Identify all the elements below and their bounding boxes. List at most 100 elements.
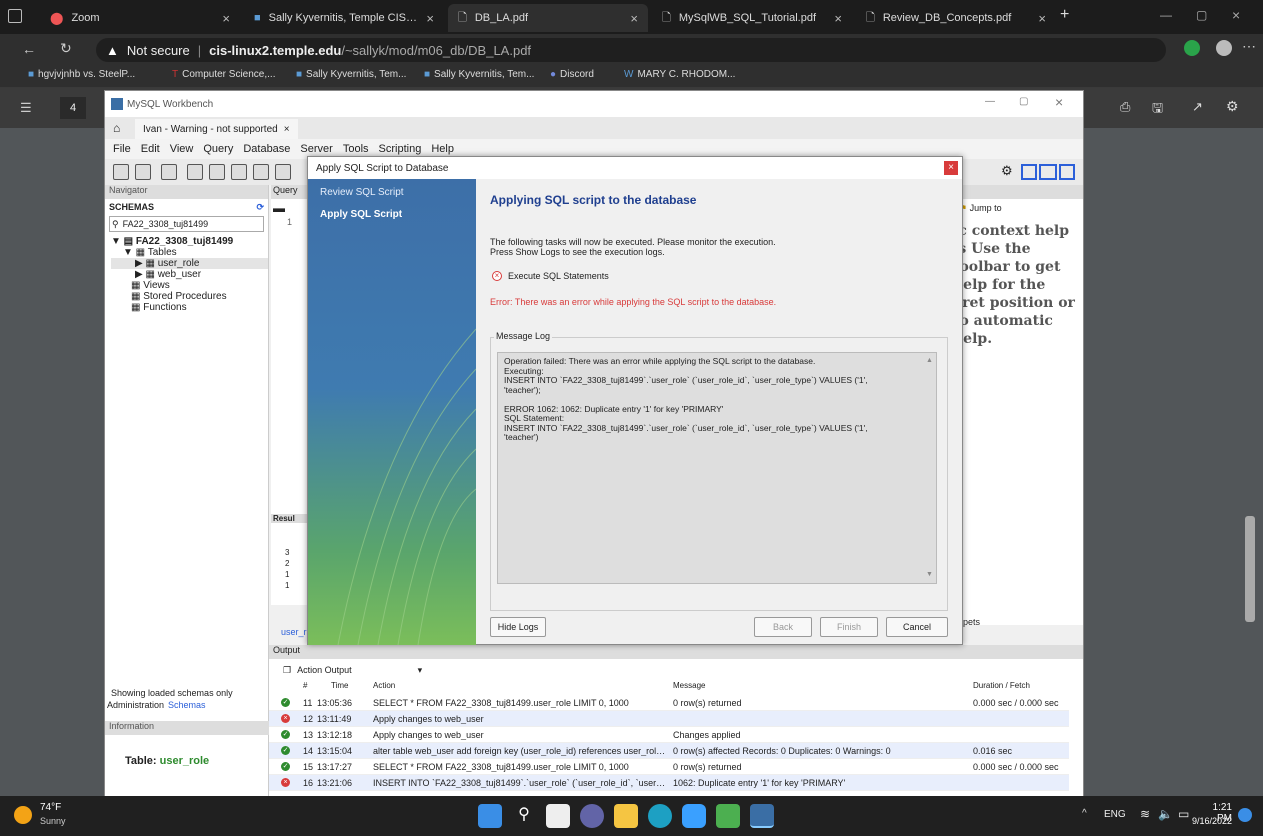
menu-tools[interactable]: Tools (343, 143, 369, 155)
settings-icon[interactable]: ⚙ (1226, 98, 1239, 115)
language-indicator[interactable]: ENG (1104, 809, 1126, 820)
url-field[interactable]: ▲ Not secure | cis-linux2.temple.edu/~sa… (96, 38, 1166, 62)
functions-node[interactable]: ▦ Functions (111, 302, 268, 313)
close-icon[interactable]: × (630, 11, 638, 26)
close-icon[interactable]: × (834, 11, 842, 26)
close-icon[interactable]: × (426, 11, 434, 26)
close-window-icon[interactable]: × (1232, 7, 1240, 23)
close-icon[interactable]: × (1038, 11, 1046, 26)
file-explorer-icon[interactable] (614, 804, 638, 828)
close-icon[interactable]: × (1055, 94, 1063, 110)
home-icon[interactable]: ⌂ (113, 121, 120, 135)
chat-icon[interactable] (580, 804, 604, 828)
minimize-icon[interactable]: — (985, 96, 995, 107)
output-row[interactable]: ✓ 14 13:15:04 alter table web_user add fore… (269, 743, 1069, 759)
wifi-icon[interactable]: ≋ (1140, 807, 1150, 821)
start-icon[interactable] (478, 804, 502, 828)
settings-icon[interactable]: ⚙ (1001, 163, 1013, 179)
jump-to[interactable]: ⚑ Jump to (951, 199, 1083, 218)
create-table-icon[interactable] (209, 164, 225, 180)
hide-logs-button[interactable]: Hide Logs (490, 617, 546, 637)
schema-filter-input[interactable]: ⚲ FA22_3308_tuj81499 (109, 216, 264, 232)
result-tab[interactable]: user_r (281, 627, 307, 637)
create-view-icon[interactable] (231, 164, 247, 180)
panel-toggle-left-icon[interactable] (1021, 164, 1037, 180)
menu-query[interactable]: Query (203, 143, 233, 155)
tab-review-db-concepts[interactable]: 🗋 Review_DB_Concepts.pdf × (856, 4, 1056, 32)
menu-edit[interactable]: Edit (141, 143, 160, 155)
tab-actions-icon[interactable] (8, 9, 22, 23)
mysql-workbench-taskbar-icon[interactable] (750, 804, 774, 828)
search-icon[interactable]: ⚲ (512, 804, 536, 828)
tab-mysqlwb-tutorial[interactable]: 🗋 MySqlWB_SQL_Tutorial.pdf × (652, 4, 852, 32)
create-schema-icon[interactable] (187, 164, 203, 180)
panel-toggle-right-icon[interactable] (1059, 164, 1075, 180)
bookmark-item[interactable]: T Computer Science,... (172, 69, 275, 80)
table-node-user-role[interactable]: ▶ ▦ user_role (111, 258, 268, 269)
output-row[interactable]: ✓ 13 13:12:18 Apply changes to web_user Chan… (269, 727, 1069, 743)
contents-icon[interactable]: ☰ (20, 100, 32, 116)
refresh-icon[interactable]: ↻ (60, 40, 72, 57)
menu-scripting[interactable]: Scripting (379, 143, 422, 155)
bookmark-item[interactable]: ■ hgvjvjnhb vs. SteelP... (28, 69, 135, 80)
profile-icon[interactable] (1216, 40, 1232, 56)
tab-administration[interactable]: Administration (107, 700, 164, 710)
more-icon[interactable]: ⋯ (1242, 38, 1256, 55)
refresh-icon[interactable]: ⟳ (256, 202, 264, 213)
tab-schemas[interactable]: Schemas (168, 700, 206, 710)
battery-icon[interactable]: ▭ (1178, 807, 1189, 821)
output-row[interactable]: ✓ 11 13:05:36 SELECT * FROM FA22_3308_tuj81… (269, 695, 1069, 711)
bookmark-item[interactable]: ● Discord (550, 69, 594, 80)
output-row[interactable]: × 12 13:11:49 Apply changes to web_user (269, 711, 1069, 727)
menu-file[interactable]: File (113, 143, 131, 155)
schema-node[interactable]: ▼ ▤ FA22_3308_tuj81499 (111, 236, 268, 247)
extension-icon[interactable] (1184, 40, 1200, 56)
bookmark-item[interactable]: ■ Sally Kyvernitis, Tem... (296, 69, 406, 80)
maximize-icon[interactable]: ▢ (1196, 8, 1207, 22)
create-function-icon[interactable] (275, 164, 291, 180)
chevron-up-icon[interactable]: ^ (1082, 808, 1087, 819)
tab-zoom[interactable]: ⬤ Zoom × (40, 4, 240, 32)
app-icon[interactable] (716, 804, 740, 828)
store-icon[interactable] (682, 804, 706, 828)
message-log[interactable]: Operation failed: There was an error whi… (497, 352, 937, 584)
cancel-button[interactable]: Cancel (886, 617, 948, 637)
inspector-icon[interactable] (161, 164, 177, 180)
maximize-icon[interactable]: ▢ (1019, 96, 1028, 107)
tab-sally-kyvernitis[interactable]: ■ Sally Kyvernitis, Temple CIS Depa × (244, 4, 444, 32)
bookmark-item[interactable]: ■ Sally Kyvernitis, Tem... (424, 69, 534, 80)
weather-temp[interactable]: 74°F (40, 802, 61, 813)
action-output-select[interactable]: ❐ Action Output ▾ (269, 659, 1083, 681)
new-tab-icon[interactable]: + (1060, 6, 1069, 24)
menu-database[interactable]: Database (243, 143, 290, 155)
views-node[interactable]: ▦ Views (111, 280, 268, 291)
open-sql-icon[interactable] (135, 164, 151, 180)
volume-icon[interactable]: 🔈 (1158, 807, 1173, 821)
menu-help[interactable]: Help (431, 143, 454, 155)
page-number-input[interactable]: 4 (60, 97, 86, 119)
close-icon[interactable]: × (222, 11, 230, 26)
close-icon[interactable]: × (284, 124, 290, 135)
back-button[interactable]: Back (754, 617, 812, 637)
scroll-up-icon[interactable]: ▲ (926, 357, 933, 364)
new-sql-tab-icon[interactable] (113, 164, 129, 180)
tables-node[interactable]: ▼ ▦ Tables (111, 247, 268, 258)
output-row[interactable]: × 16 13:21:06 INSERT INTO `FA22_3308_tuj814… (269, 775, 1069, 791)
result-grid[interactable]: 3 2 1 1 (285, 547, 289, 591)
table-node-web-user[interactable]: ▶ ▦ web_user (111, 269, 268, 280)
fullscreen-icon[interactable]: ↗ (1192, 99, 1203, 115)
menu-view[interactable]: View (170, 143, 194, 155)
tab-db-la-pdf[interactable]: 🗋 DB_LA.pdf × (448, 4, 648, 32)
edge-icon[interactable] (648, 804, 672, 828)
notification-icon[interactable] (1238, 808, 1252, 822)
print-icon[interactable]: ⎙ (1120, 99, 1130, 115)
procedures-node[interactable]: ▦ Stored Procedures (111, 291, 268, 302)
connection-tab[interactable]: Ivan - Warning - not supported × (135, 119, 298, 139)
minimize-icon[interactable]: — (1160, 8, 1172, 22)
close-icon[interactable]: × (944, 161, 958, 175)
scrollbar-thumb[interactable] (1245, 516, 1255, 622)
output-row[interactable]: ✓ 15 13:17:27 SELECT * FROM FA22_3308_tuj81… (269, 759, 1069, 775)
save-icon[interactable]: 🖫 (1152, 99, 1163, 121)
menu-server[interactable]: Server (300, 143, 332, 155)
task-view-icon[interactable] (546, 804, 570, 828)
